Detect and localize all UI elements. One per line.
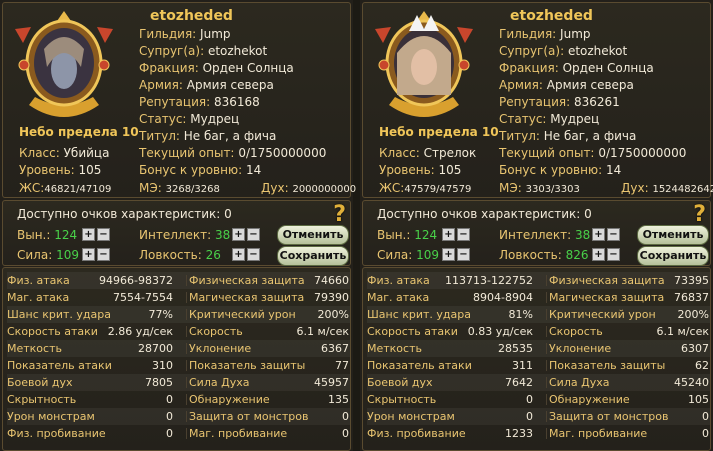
table-row: Скорость атаки 0.83 уд/сек Скорость 6.1 м/с… [367,325,709,338]
character-portrait [375,11,473,117]
info-faction: Фракция: Орден Солнца [139,61,294,75]
intellect-minus-icon[interactable]: − [247,228,260,241]
question-mark-icon[interactable]: ? [333,202,346,227]
spirit-readout: Дух: 2000000000 [261,181,357,195]
table-row: Физ. атака 113713-122752 Физическая защита… [367,272,710,289]
combat-stats-table: Физ. атака 94966-98372 Физическая защита 74… [2,267,351,451]
table-row: Боевой дух 7642 Сила Духа 45240 [367,374,710,391]
character-portrait [15,11,113,117]
question-mark-icon[interactable]: ? [693,202,706,227]
table-row: Физ. пробивание 0 Маг. пробивание 0 [7,427,349,440]
info-title: Титул: Не баг, а фича [499,129,637,143]
character-info-section: Небо предела 10 etozheded Гильдия: Jump … [2,2,356,198]
cancel-button[interactable]: Отменить [637,225,709,245]
table-row: Боевой дух 7805 Сила Духа 45957 [7,374,350,391]
vitality-minus-icon[interactable]: − [457,228,470,241]
info-status: Статус: Мудрец [139,112,240,126]
info-level-bonus: Бонус к уровню: 14 [499,163,622,177]
attr-dexterity: Ловкость: 26 [139,248,221,262]
table-row: Меткость 28535 Уклонение 6307 [367,340,710,357]
dexterity-plus-icon[interactable]: + [232,248,245,261]
vitality-plus-icon[interactable]: + [82,228,95,241]
attribute-points-section: ? Доступно очков характеристик: 0 Вын.: … [2,200,351,266]
info-spouse: Супруг(а): etozhekot [139,44,268,58]
table-row: Показатель атаки 311 Показатель защиты 62 [367,359,709,372]
table-row: Меткость 28700 Уклонение 6367 [7,340,350,357]
table-row: Показатель атаки 310 Показатель защиты 77 [7,359,349,372]
cancel-button[interactable]: Отменить [277,225,349,245]
spirit-readout: Дух: 1524482642 [621,181,713,195]
intellect-minus-icon[interactable]: − [607,228,620,241]
info-class: Класс: Стрелок [379,146,477,160]
strength-minus-icon[interactable]: − [457,248,470,261]
info-experience: Текущий опыт: 0/1750000000 [499,146,687,160]
info-level: Уровень: 105 [379,163,462,177]
hp-readout: ЖС:46821/47109 [19,181,112,195]
vitality-plus-icon[interactable]: + [442,228,455,241]
table-row: Скрытность 0 Обнаружение 105 [367,393,709,406]
character-panel-left: Небо предела 10 etozheded Гильдия: Jump … [0,0,356,451]
info-status: Статус: Мудрец [499,112,600,126]
vitality-minus-icon[interactable]: − [97,228,110,241]
table-row: Шанс крит. удара 77% Критический урон 200% [7,306,350,323]
info-title: Титул: Не баг, а фича [139,129,277,143]
info-army: Армия: Армия севера [139,78,274,92]
hp-readout: ЖС:47579/47579 [379,181,472,195]
attr-intellect: Интеллект: 38 [499,228,591,242]
save-button[interactable]: Сохранить [637,246,709,266]
strength-plus-icon[interactable]: + [442,248,455,261]
dexterity-minus-icon[interactable]: − [247,248,260,261]
info-class: Класс: Убийца [19,146,110,160]
strength-plus-icon[interactable]: + [82,248,95,261]
character-name: etozheded [150,8,233,24]
info-reputation: Репутация: 836168 [139,95,260,109]
info-level-bonus: Бонус к уровню: 14 [139,163,262,177]
attr-strength: Сила: 109 [377,248,439,262]
table-row: Маг. атака 8904-8904 Магическая защита 7683… [367,291,709,304]
intellect-plus-icon[interactable]: + [232,228,245,241]
rank-title: Небо предела 10 [19,125,139,139]
dexterity-minus-icon[interactable]: − [607,248,620,261]
info-experience: Текущий опыт: 0/1750000000 [139,146,327,160]
table-row: Урон монстрам 0 Защита от монстров 0 [7,408,350,425]
info-spouse: Супруг(а): etozhekot [499,44,628,58]
strength-minus-icon[interactable]: − [97,248,110,261]
attr-vitality: Вын.: 124 [377,228,438,242]
table-row: Шанс крит. удара 81% Критический урон 200% [367,306,710,323]
rank-title: Небо предела 10 [379,125,499,139]
character-name: etozheded [510,8,593,24]
attr-intellect: Интеллект: 38 [139,228,231,242]
table-row: Маг. атака 7554-7554 Магическая защита 7939… [7,291,349,304]
character-info-section: Небо предела 10 etozheded Гильдия: Jump … [362,2,713,198]
table-row: Урон монстрам 0 Защита от монстров 0 [367,408,710,425]
combat-stats-table: Физ. атака 113713-122752 Физическая защита… [362,267,711,451]
info-guild: Гильдия: Jump [499,27,591,41]
info-army: Армия: Армия севера [499,78,634,92]
table-row: Физ. пробивание 1233 Маг. пробивание 0 [367,427,709,440]
character-panel-right: Небо предела 10 etozheded Гильдия: Jump … [360,0,713,451]
save-button[interactable]: Сохранить [277,246,349,266]
mp-readout: МЭ: 3303/3303 [499,181,580,195]
info-reputation: Репутация: 836261 [499,95,620,109]
table-row: Скорость атаки 2.86 уд/сек Скорость 6.1 м/с… [7,325,349,338]
info-level: Уровень: 105 [19,163,102,177]
attr-dexterity: Ловкость: 826 [499,248,589,262]
available-points: Доступно очков характеристик: 0 [17,207,232,221]
dexterity-plus-icon[interactable]: + [592,248,605,261]
attr-vitality: Вын.: 124 [17,228,78,242]
attribute-points-section: ? Доступно очков характеристик: 0 Вын.: … [362,200,711,266]
available-points: Доступно очков характеристик: 0 [377,207,592,221]
info-guild: Гильдия: Jump [139,27,231,41]
attr-strength: Сила: 109 [17,248,79,262]
intellect-plus-icon[interactable]: + [592,228,605,241]
table-row: Скрытность 0 Обнаружение 135 [7,393,349,406]
mp-readout: МЭ: 3268/3268 [139,181,220,195]
info-faction: Фракция: Орден Солнца [499,61,654,75]
table-row: Физ. атака 94966-98372 Физическая защита 74… [7,272,350,289]
